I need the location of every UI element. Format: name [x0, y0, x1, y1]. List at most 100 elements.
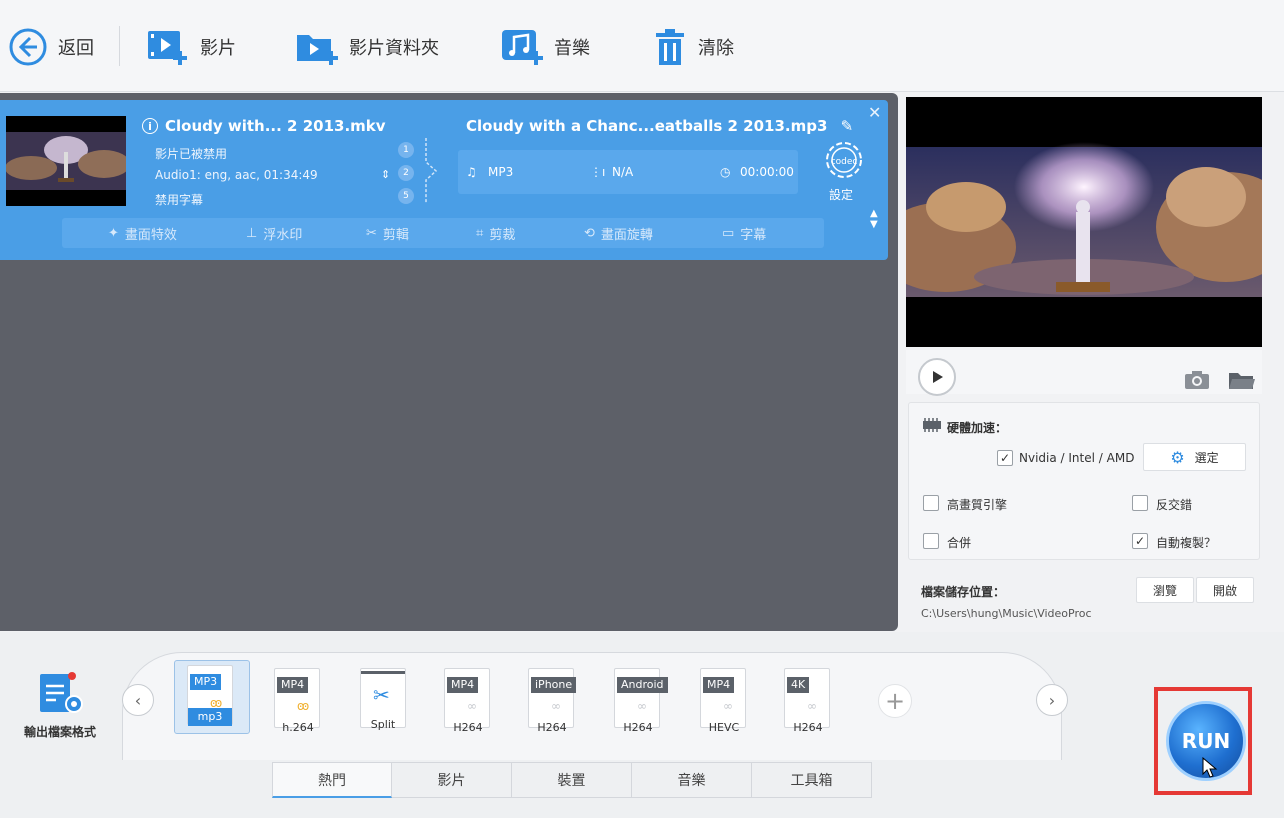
format-tag: Android: [617, 677, 668, 693]
subtitle-button[interactable]: ▭ 字幕: [722, 224, 766, 243]
add-video-folder-button[interactable]: 影片資料夾: [295, 24, 439, 70]
audio-select-arrow-icon[interactable]: ⇕: [381, 168, 390, 181]
format-mp4-hevc[interactable]: MP4 ∞ HEVC: [692, 664, 756, 736]
add-format-button[interactable]: +: [878, 684, 912, 718]
format-mp3-paper: MP3 ꙭ mp3: [187, 665, 233, 726]
reorder-arrows-icon[interactable]: ▲ ▼: [870, 208, 878, 230]
play-button[interactable]: [918, 358, 956, 396]
audio-track-badge[interactable]: 2: [398, 165, 414, 181]
effects-button[interactable]: ✦ 畫面特效: [108, 224, 177, 243]
output-format-icon: [40, 672, 83, 713]
crop-button[interactable]: ⌗ 剪裁: [476, 224, 515, 243]
film-icon: ∞: [637, 699, 647, 713]
tab-video[interactable]: 影片: [392, 762, 512, 798]
film-icon: ∞: [467, 699, 477, 713]
back-arrow-icon: [9, 28, 47, 66]
bars-icon: ⋮ı: [590, 165, 606, 179]
add-video-button[interactable]: 影片: [146, 24, 236, 70]
output-format-button[interactable]: 輸出檔案格式: [12, 670, 108, 740]
deinterlace-checkbox[interactable]: [1132, 495, 1148, 511]
format-sub: H264: [793, 721, 823, 734]
format-sub: HEVC: [708, 721, 740, 734]
camera-icon[interactable]: [1184, 370, 1210, 390]
format-tag: MP4: [447, 677, 479, 693]
source-file-title: i Cloudy with... 2 2013.mkv: [142, 117, 386, 135]
film-icon: ∞: [723, 699, 733, 713]
codec-gear-icon[interactable]: codec: [822, 140, 866, 180]
tab-popular[interactable]: 熱門: [272, 762, 392, 798]
run-highlight-box: RUN: [1154, 687, 1252, 795]
format-mp3-tag: MP3: [190, 674, 222, 690]
tab-music[interactable]: 音樂: [632, 762, 752, 798]
add-music-button[interactable]: 音樂: [500, 24, 590, 70]
tab-device[interactable]: 裝置: [512, 762, 632, 798]
conversion-item[interactable]: i Cloudy with... 2 2013.mkv 影片已被禁用 Audio…: [0, 100, 888, 260]
info-icon[interactable]: i: [142, 118, 158, 134]
hw-settings-label: 選定: [1194, 450, 1219, 465]
watermark-button[interactable]: ⊥ 浮水印: [246, 224, 302, 243]
film-icon: ∞: [551, 699, 561, 713]
format-iphone[interactable]: iPhone ∞ H264: [520, 664, 584, 736]
format-tag: iPhone: [531, 677, 577, 693]
high-quality-checkbox[interactable]: [923, 495, 939, 511]
subtitle-icon: ▭: [722, 226, 735, 241]
carousel-prev-button[interactable]: ‹: [122, 684, 154, 716]
auto-copy-checkbox[interactable]: ✓: [1132, 533, 1148, 549]
format-split[interactable]: ✂ Split: [352, 664, 416, 736]
browse-button[interactable]: 瀏覽: [1136, 577, 1194, 603]
format-tag: MP4: [277, 677, 309, 693]
save-location-section: 檔案儲存位置： 瀏覽 開啟 C:\Users\hung\Music\VideoP…: [908, 565, 1260, 631]
codec-settings-label[interactable]: 設定: [829, 186, 853, 203]
nvidia-checkbox[interactable]: ✓: [997, 450, 1013, 466]
hw-settings-button[interactable]: ⚙ 選定: [1143, 443, 1246, 471]
gear-icon: ⚙: [1170, 447, 1185, 467]
format-paper: MP4 ∞ HEVC: [700, 668, 746, 734]
close-icon[interactable]: ✕: [868, 103, 881, 122]
music-icon: [502, 30, 543, 65]
merge-label: 合併: [947, 536, 972, 550]
source-filename: Cloudy with... 2 2013.mkv: [165, 117, 386, 135]
subtitle-status: 禁用字幕: [155, 193, 204, 207]
format-mp4-h264[interactable]: MP4 ꙭ h.264: [266, 664, 330, 736]
format-mp4-h264-b[interactable]: MP4 ∞ H264: [436, 664, 500, 736]
task-list-area: i Cloudy with... 2 2013.mkv 影片已被禁用 Audio…: [0, 93, 898, 631]
music-note-icon: ♫: [466, 165, 477, 179]
play-icon: [933, 371, 943, 383]
edit-pencil-icon[interactable]: ✎: [841, 117, 854, 135]
toolbar-divider: [119, 26, 120, 66]
output-format: MP3: [488, 165, 514, 179]
format-android[interactable]: Android ∞ H264: [606, 664, 670, 736]
open-button[interactable]: 開啟: [1196, 577, 1254, 603]
format-paper: 4K ∞ H264: [784, 668, 830, 734]
open-folder-icon[interactable]: [1228, 370, 1256, 390]
chip-icon: [923, 418, 941, 432]
chevron-right-icon: ›: [1048, 690, 1056, 710]
back-button[interactable]: 返回: [8, 24, 94, 70]
tab-toolbox[interactable]: 工具箱: [752, 762, 872, 798]
video-track-status: 影片已被禁用: [155, 147, 228, 161]
format-tag: MP4: [703, 677, 735, 693]
add-video-label: 影片: [200, 38, 236, 59]
merge-checkbox[interactable]: [923, 533, 939, 549]
format-paper: MP4 ∞ H264: [444, 668, 490, 734]
format-paper: MP4 ꙭ h.264: [274, 668, 320, 734]
trash-icon: [656, 29, 684, 65]
deinterlace-label: 反交錯: [1156, 498, 1193, 512]
preview-controls: [906, 350, 1262, 396]
video-track-badge[interactable]: 1: [398, 142, 414, 158]
output-duration: 00:00:00: [740, 165, 794, 179]
subtitle-track-badge[interactable]: 5: [398, 188, 414, 204]
cut-button[interactable]: ✂ 剪輯: [366, 224, 409, 243]
format-4k[interactable]: 4K ∞ H264: [776, 664, 840, 736]
rotate-button[interactable]: ⟲ 畫面旋轉: [584, 224, 653, 243]
carousel-next-button[interactable]: ›: [1036, 684, 1068, 716]
format-mp3[interactable]: MP3 ꙭ mp3: [174, 660, 250, 734]
save-path: C:\Users\hung\Music\VideoProc: [921, 607, 1092, 620]
wand-icon: ✦: [108, 226, 119, 241]
clock-icon: ◷: [720, 165, 731, 179]
options-panel: 硬體加速： ✓ Nvidia / Intel / AMD ⚙ 選定 高畫質引擎 …: [908, 402, 1260, 560]
clear-label: 清除: [698, 38, 734, 59]
output-filename-text: Cloudy with a Chanc...eatballs 2 2013.mp…: [466, 117, 828, 135]
clear-button[interactable]: 清除: [652, 24, 734, 70]
format-carousel: [122, 652, 1062, 760]
